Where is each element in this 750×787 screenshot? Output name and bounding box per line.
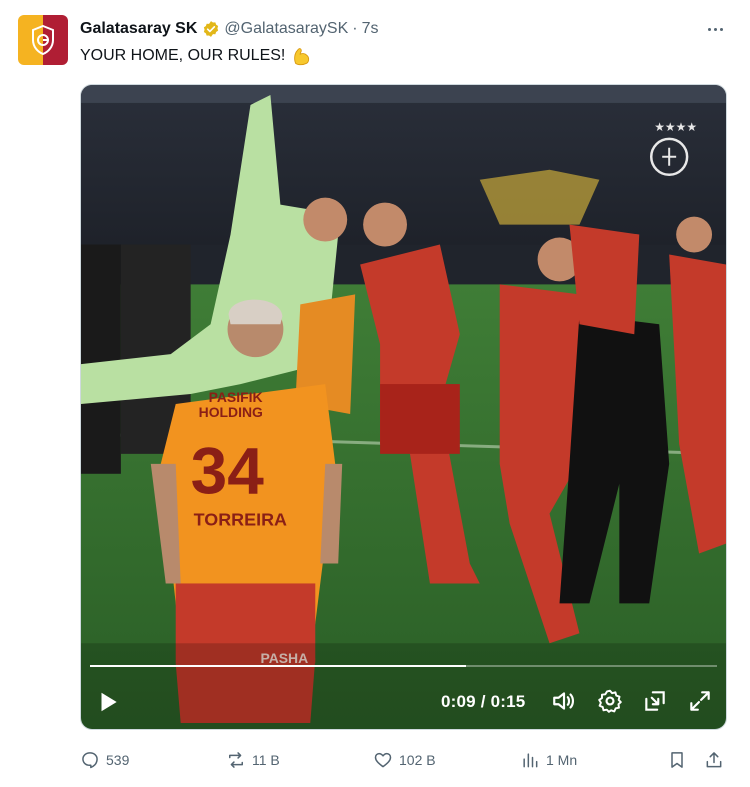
verified-badge-icon	[204, 21, 219, 37]
bookmark-icon	[671, 752, 683, 768]
view-count: 1 Mn	[546, 752, 578, 768]
reply-icon	[82, 752, 98, 769]
author-handle[interactable]: @GalatasaraySK	[224, 20, 348, 38]
galatasaray-crest-icon	[32, 25, 54, 55]
bookmark-button[interactable]	[667, 746, 687, 774]
more-dot	[707, 27, 711, 31]
tweet-text-content: YOUR HOME, OUR RULES!	[80, 47, 286, 64]
repost-button[interactable]: 11 B	[226, 746, 280, 774]
more-dot	[713, 27, 717, 31]
video-player[interactable]: ★★★★ PASIFIK HOLDING 34 TORREIRA PASHA 0…	[80, 84, 727, 730]
reply-button[interactable]: 539	[80, 746, 129, 774]
tweet-header: Galatasaray SK @GalatasaraySK · 7s	[80, 18, 379, 40]
svg-text:★★★★: ★★★★	[654, 120, 697, 134]
author-name[interactable]: Galatasaray SK	[80, 20, 197, 38]
post-time[interactable]: 7s	[362, 20, 379, 38]
views-button[interactable]: 1 Mn	[520, 746, 577, 774]
header-separator: ·	[352, 20, 358, 37]
video-progress-bar[interactable]	[90, 665, 717, 667]
share-button[interactable]	[704, 746, 724, 774]
fullscreen-icon[interactable]	[687, 688, 713, 714]
picture-in-picture-icon[interactable]	[642, 688, 668, 714]
more-dot	[719, 27, 723, 31]
jersey-number: 34	[191, 434, 265, 508]
jersey-player-name: TORREIRA	[194, 510, 287, 530]
more-options-button[interactable]	[704, 18, 726, 40]
video-time: 0:09 / 0:15	[441, 692, 526, 711]
flexed-biceps-icon	[294, 48, 310, 66]
like-button[interactable]: 102 B	[373, 746, 436, 774]
volume-icon[interactable]	[551, 688, 577, 714]
video-frame: ★★★★ PASIFIK HOLDING 34 TORREIRA PASHA	[81, 85, 726, 729]
video-progress-fill	[90, 665, 467, 667]
jersey-sponsor-1: PASIFIK	[209, 389, 263, 405]
tweet-action-bar: 539 11 B 102 B 1 Mn	[80, 746, 730, 774]
tweet-text: YOUR HOME, OUR RULES!	[80, 45, 313, 67]
profile-avatar[interactable]	[18, 15, 68, 65]
video-controls: 0:09 / 0:15	[81, 679, 726, 729]
heart-icon	[374, 752, 392, 768]
settings-icon[interactable]	[597, 688, 623, 714]
analytics-icon	[523, 753, 538, 768]
play-icon[interactable]	[95, 689, 121, 715]
jersey-sponsor-2: HOLDING	[199, 404, 263, 420]
reply-count: 539	[106, 752, 130, 768]
like-count: 102 B	[399, 752, 436, 768]
repost-icon	[229, 752, 243, 768]
share-icon	[706, 752, 722, 768]
repost-count: 11 B	[252, 752, 280, 768]
